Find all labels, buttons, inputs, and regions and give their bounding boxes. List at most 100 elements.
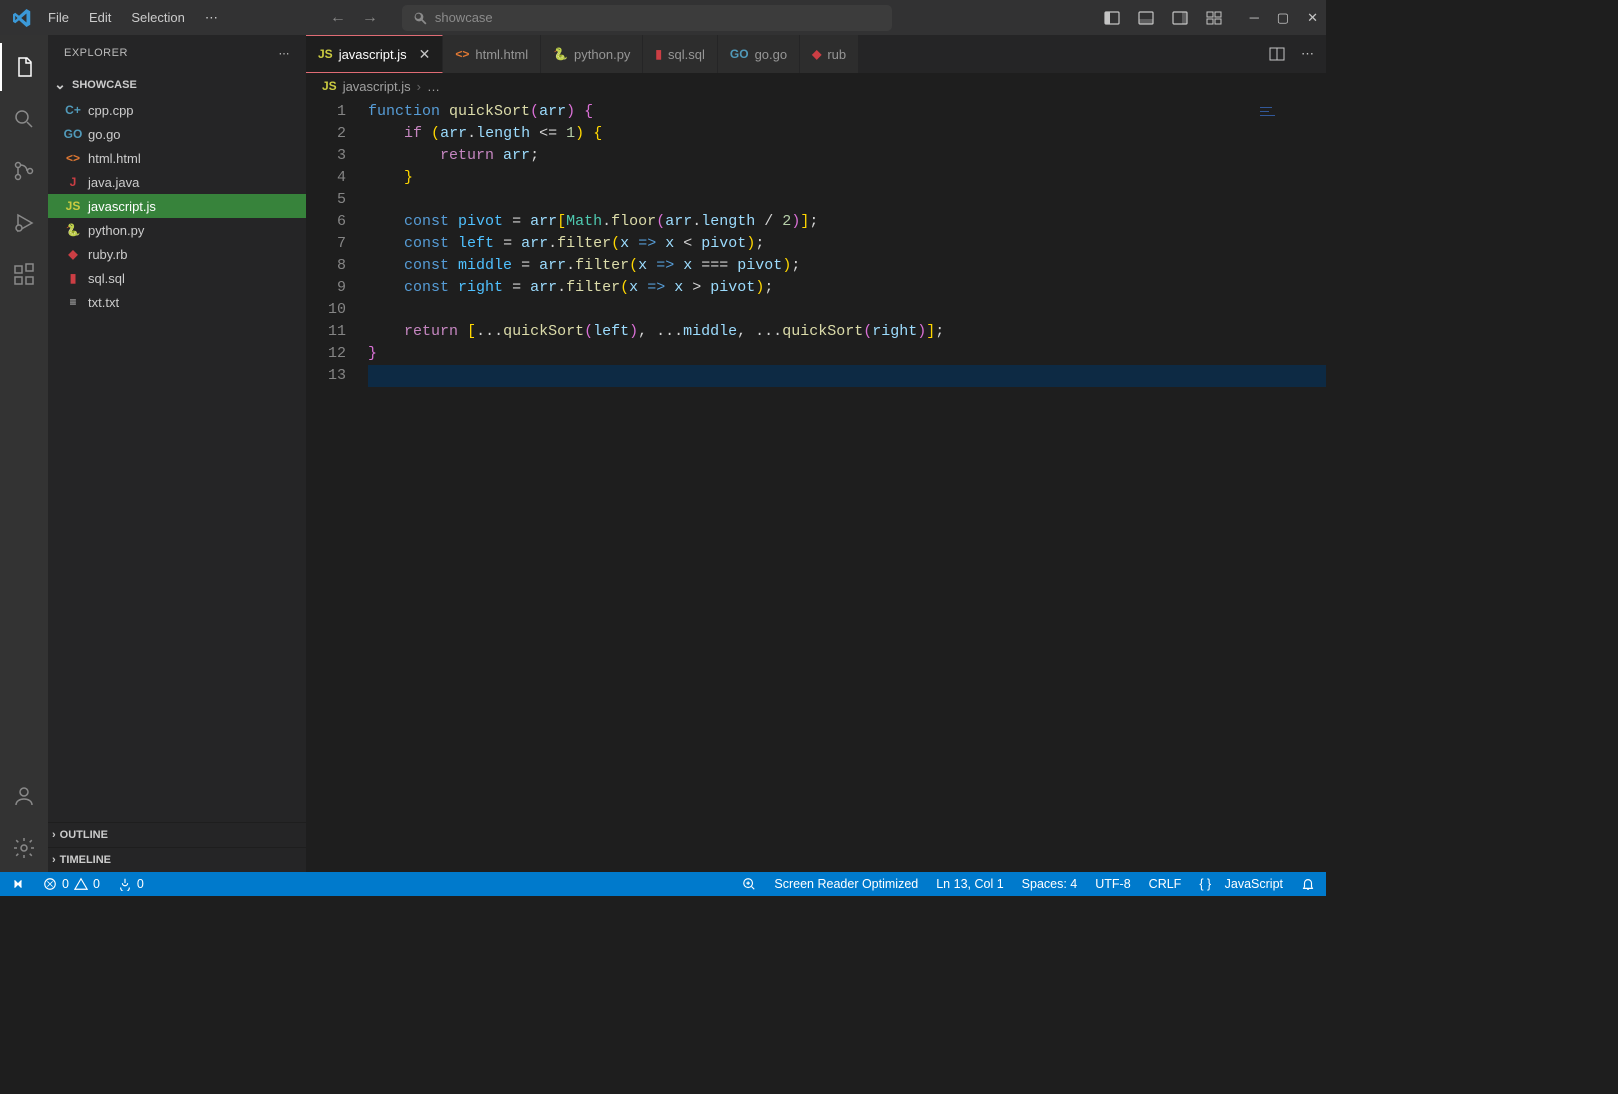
file-name: txt.txt	[88, 295, 119, 310]
file-type-icon: ◆	[812, 47, 821, 61]
layout-customize-icon[interactable]	[1206, 10, 1222, 26]
file-type-icon: ▮	[64, 271, 82, 285]
timeline-label: TIMELINE	[60, 854, 111, 866]
file-item[interactable]: Jjava.java	[48, 170, 306, 194]
menu-edit[interactable]: Edit	[81, 6, 119, 29]
editor-tab[interactable]: GOgo.go	[718, 35, 800, 73]
file-name: python.py	[88, 223, 144, 238]
editor-tab[interactable]: 🐍 python.py	[541, 35, 643, 73]
file-type-icon: 🐍	[64, 223, 82, 237]
file-type-icon: C+	[64, 103, 82, 117]
statusbar: 0 0 0 Screen Reader Optimized Ln 13, Col…	[0, 872, 1326, 896]
activity-run-debug-icon[interactable]	[0, 199, 48, 247]
tab-label: sql.sql	[668, 47, 705, 62]
activity-extensions-icon[interactable]	[0, 251, 48, 299]
file-item[interactable]: <>html.html	[48, 146, 306, 170]
editor-tab[interactable]: <> html.html	[443, 35, 541, 73]
command-center-search[interactable]: showcase	[402, 5, 892, 31]
eol-status[interactable]: CRLF	[1146, 877, 1185, 891]
ports-count: 0	[137, 877, 144, 891]
editor-tab[interactable]: ◆ rub	[800, 35, 859, 73]
encoding-status[interactable]: UTF-8	[1092, 877, 1133, 891]
file-type-icon: ▮	[655, 47, 662, 61]
tab-label: go.go	[755, 47, 788, 62]
cursor-position[interactable]: Ln 13, Col 1	[933, 877, 1006, 891]
file-name: java.java	[88, 175, 139, 190]
minimap[interactable]: ▬▬▬▬▬▬▬▬▬▬▬▬	[1260, 105, 1320, 135]
tab-label: rub	[827, 47, 846, 62]
line-number-gutter: 12345678910111213	[306, 99, 368, 872]
breadcrumb-symbol: …	[427, 79, 440, 94]
timeline-section-header[interactable]: › TIMELINE	[48, 847, 306, 872]
problems-indicator[interactable]: 0 0	[40, 877, 103, 891]
editor-tabs: JS javascript.js ✕ <> html.html 🐍 python.py ▮ sq…	[306, 35, 1326, 73]
file-type-icon: JS	[318, 47, 333, 61]
nav-forward-icon[interactable]: →	[362, 9, 378, 27]
zoom-indicator[interactable]	[739, 877, 759, 891]
file-item[interactable]: GOgo.go	[48, 122, 306, 146]
sidebar-more-icon[interactable]: ⋯	[279, 47, 291, 60]
activity-settings-icon[interactable]	[0, 824, 48, 872]
workspace-section-header[interactable]: ⌄ SHOWCASE	[48, 71, 306, 98]
search-icon	[413, 11, 427, 25]
file-type-icon: GO	[64, 127, 82, 141]
editor-area: JS javascript.js ✕ <> html.html 🐍 python.py ▮ sq…	[306, 35, 1326, 872]
activity-search-icon[interactable]	[0, 95, 48, 143]
editor-tab[interactable]: ▮ sql.sql	[643, 35, 717, 73]
tab-label: python.py	[574, 47, 630, 62]
chevron-right-icon: ›	[52, 829, 56, 841]
file-type-icon: <>	[455, 47, 469, 61]
layout-secondary-sidebar-icon[interactable]	[1172, 10, 1188, 26]
window-minimize-icon[interactable]: ─	[1250, 10, 1259, 25]
file-name: sql.sql	[88, 271, 125, 286]
indentation-status[interactable]: Spaces: 4	[1019, 877, 1081, 891]
menu-selection[interactable]: Selection	[123, 6, 192, 29]
more-actions-icon[interactable]: ⋯	[1301, 46, 1314, 62]
titlebar: File Edit Selection ⋯ ← → showcase ─ ▢ ✕	[0, 0, 1326, 35]
breadcrumb-separator: ›	[417, 79, 421, 94]
tab-label: javascript.js	[339, 47, 407, 62]
file-name: javascript.js	[88, 199, 156, 214]
js-file-icon: JS	[322, 79, 337, 93]
menu-overflow[interactable]: ⋯	[197, 6, 226, 30]
window-close-icon[interactable]: ✕	[1307, 10, 1318, 26]
file-type-icon: JS	[64, 199, 82, 213]
breadcrumb-file: javascript.js	[343, 79, 411, 94]
language-mode[interactable]: { } JavaScript	[1196, 877, 1286, 891]
file-type-icon: J	[64, 175, 82, 189]
screen-reader-status[interactable]: Screen Reader Optimized	[771, 877, 921, 891]
language-label: JavaScript	[1225, 877, 1283, 891]
chevron-right-icon: ›	[52, 854, 56, 866]
code-editor[interactable]: 12345678910111213 function quickSort(arr…	[306, 99, 1326, 872]
editor-tab[interactable]: JS javascript.js ✕	[306, 35, 443, 73]
file-item[interactable]: C+cpp.cpp	[48, 98, 306, 122]
outline-label: OUTLINE	[60, 829, 108, 841]
activity-source-control-icon[interactable]	[0, 147, 48, 195]
remote-indicator[interactable]	[8, 877, 28, 891]
tab-label: html.html	[475, 47, 528, 62]
activity-explorer-icon[interactable]	[0, 43, 48, 91]
activity-account-icon[interactable]	[0, 772, 48, 820]
window-maximize-icon[interactable]: ▢	[1277, 10, 1289, 26]
notifications-icon[interactable]	[1298, 877, 1318, 891]
outline-section-header[interactable]: › OUTLINE	[48, 822, 306, 847]
file-name: ruby.rb	[88, 247, 128, 262]
layout-panel-icon[interactable]	[1138, 10, 1154, 26]
file-item[interactable]: 🐍 python.py	[48, 218, 306, 242]
close-icon[interactable]: ✕	[419, 46, 431, 63]
file-item[interactable]: ◆ruby.rb	[48, 242, 306, 266]
ports-indicator[interactable]: 0	[115, 877, 147, 891]
activity-bar	[0, 35, 48, 872]
file-item[interactable]: JS javascript.js	[48, 194, 306, 218]
breadcrumb[interactable]: JS javascript.js › …	[306, 73, 1326, 99]
file-item[interactable]: ≡txt.txt	[48, 290, 306, 314]
search-placeholder: showcase	[435, 10, 493, 25]
file-item[interactable]: ▮ sql.sql	[48, 266, 306, 290]
file-type-icon: 🐍	[553, 47, 568, 61]
layout-primary-sidebar-icon[interactable]	[1104, 10, 1120, 26]
code-content[interactable]: function quickSort(arr) { if (arr.length…	[368, 99, 1326, 872]
file-name: html.html	[88, 151, 141, 166]
menu-file[interactable]: File	[40, 6, 77, 29]
split-editor-icon[interactable]	[1269, 46, 1285, 62]
nav-back-icon[interactable]: ←	[330, 9, 346, 27]
